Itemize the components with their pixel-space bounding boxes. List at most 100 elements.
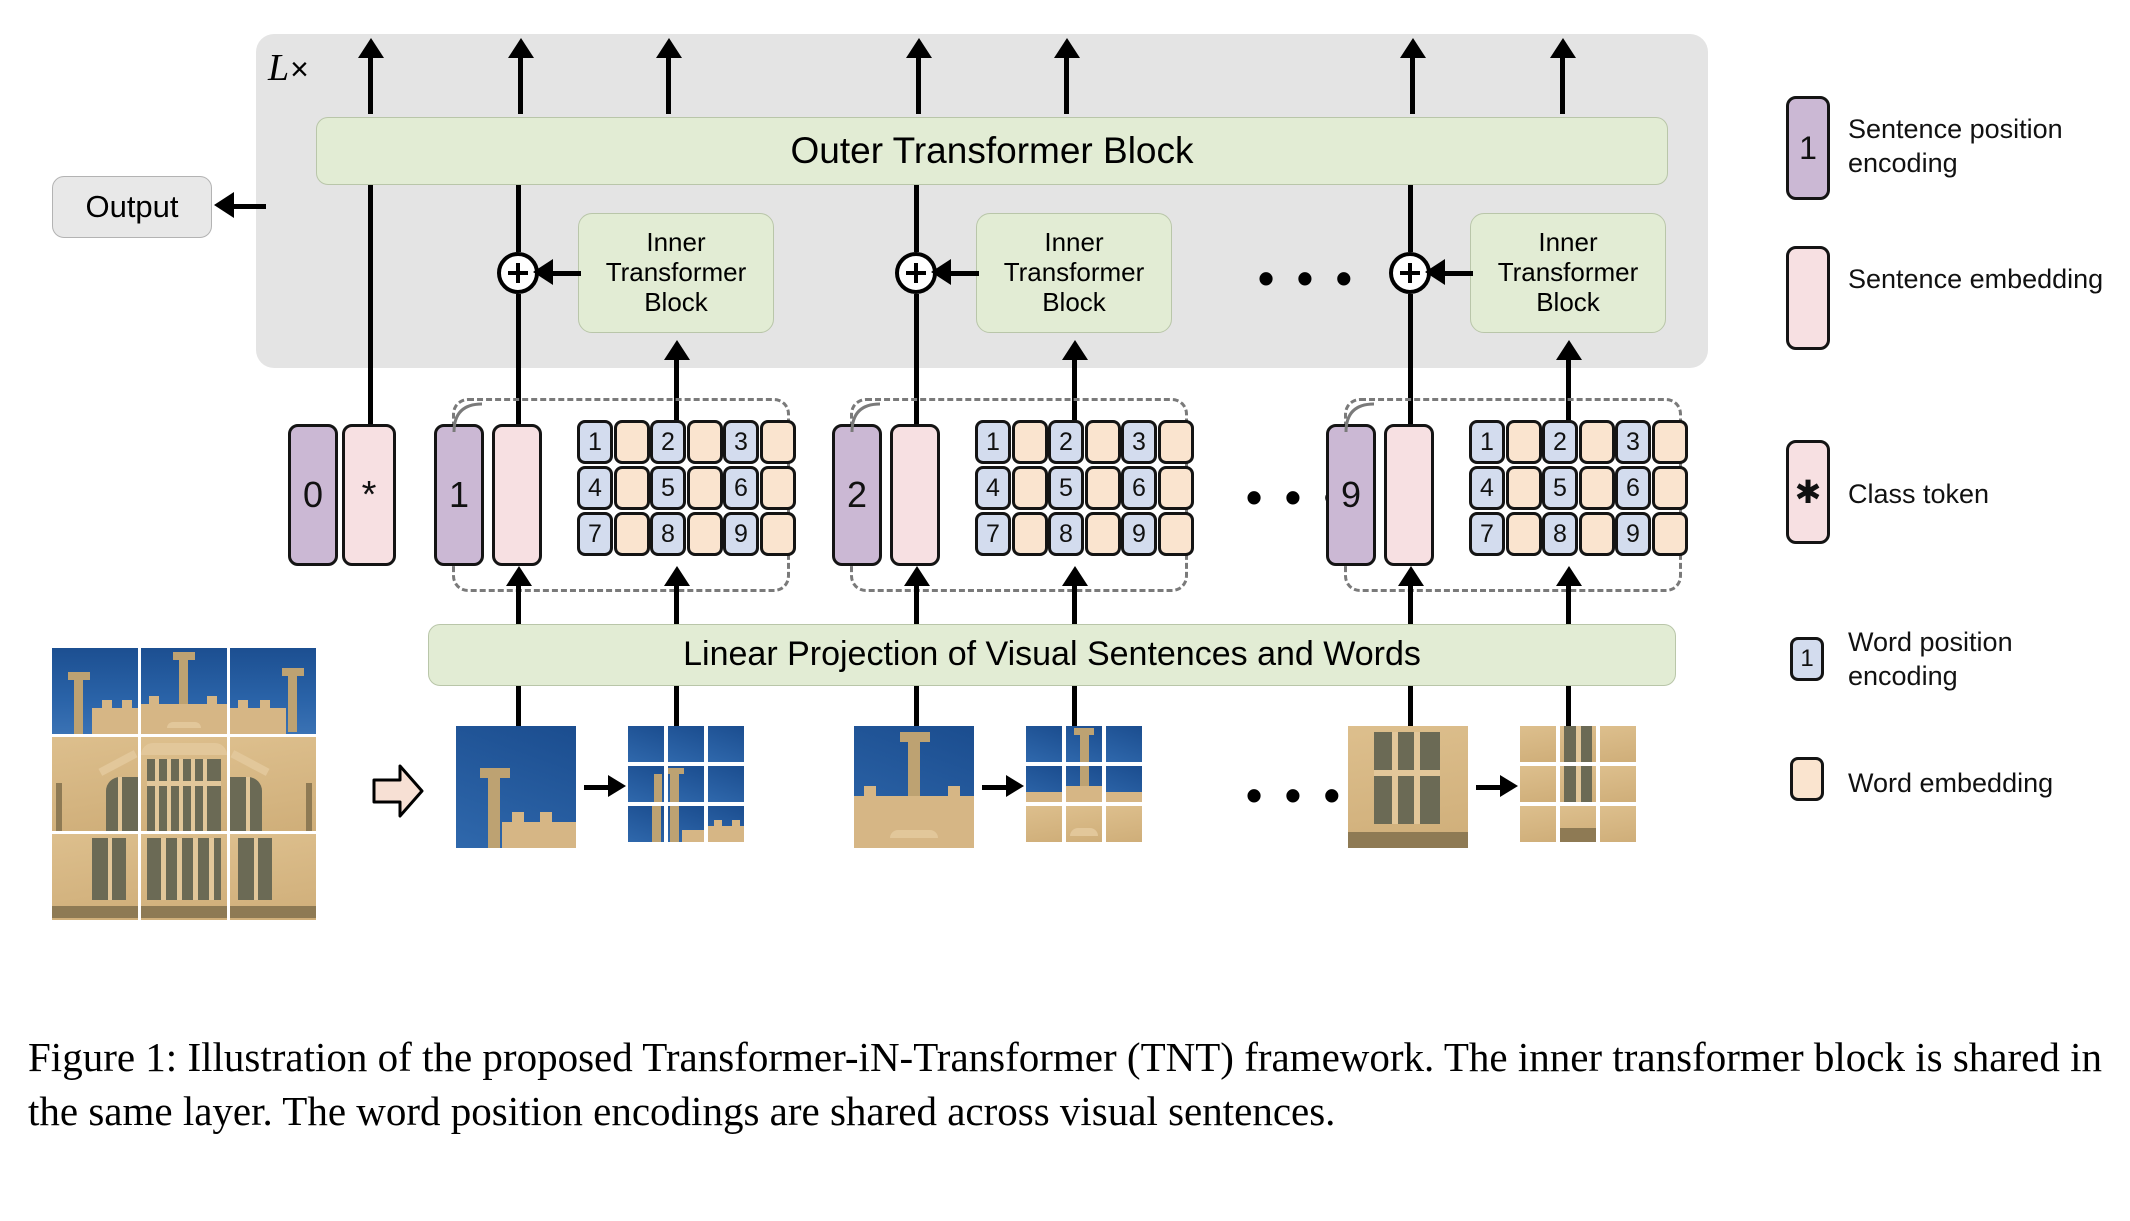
visual-word-patch-3-3 <box>1600 726 1636 762</box>
word-embedding-cell-1-1[interactable] <box>614 420 650 464</box>
word-position-cell-2-3[interactable]: 3 <box>1121 420 1157 464</box>
class-token-0[interactable]: * <box>342 424 396 566</box>
word-embedding-cell-1-3[interactable] <box>760 420 796 464</box>
word-embedding-cell-2-1[interactable] <box>1012 420 1048 464</box>
proj-to-sentence-arrow-1 <box>506 566 532 586</box>
word-embedding-cell-1-9[interactable] <box>760 512 796 556</box>
visual-sentence-image-2 <box>854 726 974 848</box>
inner-transformer-block-3[interactable]: Inner Transformer Block <box>1470 213 1666 333</box>
visual-word-patch-1-8 <box>668 806 704 842</box>
word-embedding-cell-3-7[interactable] <box>1506 512 1542 556</box>
token-line-class <box>368 185 373 428</box>
word-position-cell-2-9[interactable]: 9 <box>1121 512 1157 556</box>
word-position-cell-3-8[interactable]: 8 <box>1542 512 1578 556</box>
inner-transformer-block-label-1: Inner Transformer Block <box>605 227 747 317</box>
word-embedding-cell-2-2[interactable] <box>1085 420 1121 464</box>
source-image-patch-1 <box>52 648 138 734</box>
sentence-embedding-token-1[interactable] <box>492 424 542 566</box>
sentence-position-token-2[interactable]: 2 <box>832 424 882 566</box>
word-embedding-cell-3-5[interactable] <box>1579 466 1615 510</box>
word-position-cell-1-9[interactable]: 9 <box>723 512 759 556</box>
word-position-cell-3-6[interactable]: 6 <box>1615 466 1651 510</box>
word-position-cell-3-5[interactable]: 5 <box>1542 466 1578 510</box>
visual-word-patch-1-2 <box>668 726 704 762</box>
proj-to-sentence-arrow-3 <box>1398 566 1424 586</box>
visual-sentence-image-3 <box>1348 726 1468 848</box>
legend-label-class-token: Class token <box>1848 479 1990 509</box>
word-position-cell-1-5[interactable]: 5 <box>650 466 686 510</box>
word-embedding-cell-1-8[interactable] <box>687 512 723 556</box>
word-position-cell-1-1[interactable]: 1 <box>577 420 613 464</box>
word-embedding-cell-3-2[interactable] <box>1579 420 1615 464</box>
word-position-cell-1-2[interactable]: 2 <box>650 420 686 464</box>
word-embedding-cell-2-5[interactable] <box>1085 466 1121 510</box>
visual-word-patch-1-7 <box>628 806 664 842</box>
visual-word-patch-2-1 <box>1026 726 1062 762</box>
word-position-cell-2-8[interactable]: 8 <box>1048 512 1084 556</box>
word-position-cell-1-7[interactable]: 7 <box>577 512 613 556</box>
word-embedding-cell-3-1[interactable] <box>1506 420 1542 464</box>
inner-transformer-block-1[interactable]: Inner Transformer Block <box>578 213 774 333</box>
word-position-cell-1-3[interactable]: 3 <box>723 420 759 464</box>
sentence-position-token-3[interactable]: 9 <box>1326 424 1376 566</box>
group-corner-curve-3 <box>1344 402 1375 433</box>
word-embedding-cell-2-6[interactable] <box>1158 466 1194 510</box>
word-embedding-cell-2-7[interactable] <box>1012 512 1048 556</box>
sentence-to-words-arrow-1 <box>608 775 626 797</box>
word-position-cell-2-7[interactable]: 7 <box>975 512 1011 556</box>
proj-to-word-shaft-1 <box>674 586 679 624</box>
word-position-cell-2-4[interactable]: 4 <box>975 466 1011 510</box>
visual-word-patch-3-6 <box>1600 766 1636 802</box>
output-box[interactable]: Output <box>52 176 212 238</box>
word-position-cell-2-5[interactable]: 5 <box>1048 466 1084 510</box>
word-position-cell-3-2[interactable]: 2 <box>1542 420 1578 464</box>
word-position-cell-3-4[interactable]: 4 <box>1469 466 1505 510</box>
inner-transformer-block-2[interactable]: Inner Transformer Block <box>976 213 1172 333</box>
word-embedding-cell-1-7[interactable] <box>614 512 650 556</box>
image-to-proj-line-3 <box>1408 686 1413 726</box>
word-embedding-cell-1-6[interactable] <box>760 466 796 510</box>
word-position-cell-3-9[interactable]: 9 <box>1615 512 1651 556</box>
word-embedding-cell-3-9[interactable] <box>1652 512 1688 556</box>
legend-label-sentence-position: Sentence position encoding <box>1848 114 2063 178</box>
patch-to-proj-line-1 <box>674 686 679 726</box>
word-embedding-cell-3-8[interactable] <box>1579 512 1615 556</box>
word-position-cell-2-1[interactable]: 1 <box>975 420 1011 464</box>
word-position-cell-1-4[interactable]: 4 <box>577 466 613 510</box>
word-embedding-cell-2-3[interactable] <box>1158 420 1194 464</box>
inner-transformer-block-label-2: Inner Transformer Block <box>1003 227 1145 317</box>
word-embedding-cell-3-6[interactable] <box>1652 466 1688 510</box>
word-embedding-cell-1-2[interactable] <box>687 420 723 464</box>
word-position-cell-3-1[interactable]: 1 <box>1469 420 1505 464</box>
word-embedding-cell-3-4[interactable] <box>1506 466 1542 510</box>
linear-projection-block[interactable]: Linear Projection of Visual Sentences an… <box>428 624 1676 686</box>
word-position-cell-3-7[interactable]: 7 <box>1469 512 1505 556</box>
repeat-times-symbol: × <box>290 51 310 87</box>
sentence-position-token-0[interactable]: 0 <box>288 424 338 566</box>
sentence-embedding-token-2[interactable] <box>890 424 940 566</box>
legend-swatch-word-embedding <box>1790 757 1824 801</box>
word-position-cell-2-2[interactable]: 2 <box>1048 420 1084 464</box>
word-embedding-cell-3-3[interactable] <box>1652 420 1688 464</box>
legend-swatch-sentence-position: 1 <box>1786 96 1830 200</box>
word-embedding-cell-2-9[interactable] <box>1158 512 1194 556</box>
patch-to-proj-line-2 <box>1072 686 1077 726</box>
word-position-cell-2-6[interactable]: 6 <box>1121 466 1157 510</box>
word-position-cell-1-8[interactable]: 8 <box>650 512 686 556</box>
sentence-position-token-1[interactable]: 1 <box>434 424 484 566</box>
word-embedding-cell-2-4[interactable] <box>1012 466 1048 510</box>
visual-word-patch-2-6 <box>1106 766 1142 802</box>
word-embedding-cell-1-5[interactable] <box>687 466 723 510</box>
word-embedding-cell-2-8[interactable] <box>1085 512 1121 556</box>
word-position-cell-1-6[interactable]: 6 <box>723 466 759 510</box>
sentence-embedding-token-3[interactable] <box>1384 424 1434 566</box>
visual-word-patch-3-9 <box>1600 806 1636 842</box>
visual-word-patch-3-7 <box>1520 806 1556 842</box>
word-embedding-cell-1-4[interactable] <box>614 466 650 510</box>
outer-transformer-block[interactable]: Outer Transformer Block <box>316 117 1668 185</box>
word-position-cell-3-3[interactable]: 3 <box>1615 420 1651 464</box>
visual-word-patch-3-8 <box>1560 806 1596 842</box>
source-image-patch-2 <box>141 648 227 734</box>
ellipsis-images: • • • <box>1246 769 1345 821</box>
visual-word-patch-3-4 <box>1520 766 1556 802</box>
